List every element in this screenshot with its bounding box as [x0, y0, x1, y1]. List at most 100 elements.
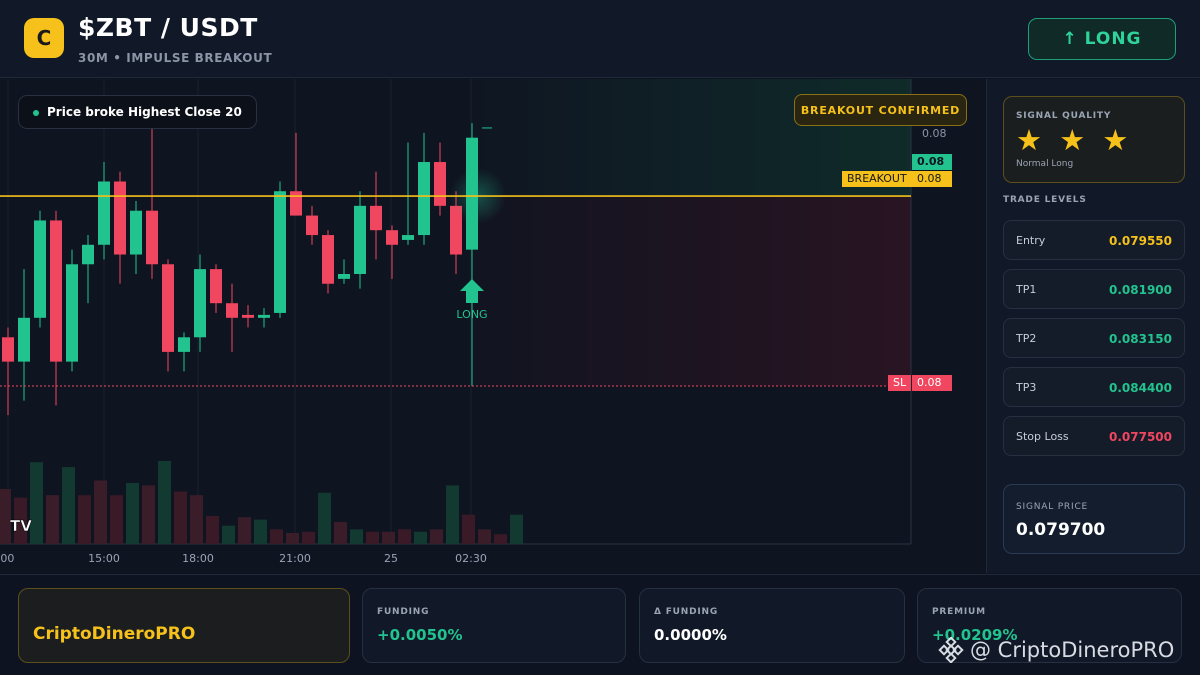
volume-bar: [46, 495, 59, 544]
candle-body: [178, 337, 190, 352]
brand-card: CriptoDineroPRO: [18, 588, 350, 663]
candle-body: [130, 210, 142, 255]
volume-bar: [414, 531, 427, 544]
volume-bar: [478, 529, 491, 544]
candle-body: [194, 269, 206, 338]
volume-bar: [462, 514, 475, 544]
candle-body: [146, 210, 158, 265]
candle-body: [306, 215, 318, 236]
time-axis-label: 2:00: [0, 552, 14, 565]
level-value: 0.079550: [1108, 234, 1172, 248]
funding-card: FUNDING +0.0050%: [362, 588, 626, 663]
candle-body: [66, 264, 78, 362]
candle-body: [82, 244, 94, 265]
volume-bar: [30, 462, 43, 544]
timeframe-subtitle: 30M • IMPULSE BREAKOUT: [78, 51, 273, 65]
level-row-tp1: TP1 0.081900: [1003, 269, 1185, 309]
volume-bar: [254, 519, 267, 544]
volume-bar: [206, 515, 219, 544]
tradingview-logo-icon: TV: [10, 517, 32, 535]
candle-body: [418, 162, 430, 236]
star-rating-icon: ★ ★ ★: [1016, 123, 1133, 157]
time-axis-label: 18:00: [182, 552, 214, 565]
volume-bar: [126, 482, 139, 544]
signal-price-value: 0.079700: [1016, 520, 1106, 540]
volume-bar: [366, 531, 379, 544]
signal-price-card: SIGNAL PRICE 0.079700: [1003, 484, 1185, 554]
time-axis-label: 02:30: [455, 552, 487, 565]
delta-funding-title: Δ FUNDING: [654, 607, 719, 617]
candle-body: [434, 162, 446, 206]
volume-bar: [222, 525, 235, 544]
delta-funding-card: Δ FUNDING 0.0000%: [639, 588, 905, 663]
axis-price-label: 0.08: [922, 127, 947, 140]
volume-bar: [302, 531, 315, 544]
candle-body: [162, 264, 174, 352]
level-value: 0.081900: [1108, 283, 1172, 297]
watermark: @ CriptoDineroPRO: [938, 637, 1174, 663]
candle-body: [98, 181, 110, 245]
header-bar: C $ZBT / USDT 30M • IMPULSE BREAKOUT ↑ L…: [0, 0, 1200, 78]
funding-title: FUNDING: [377, 607, 430, 617]
delta-funding-value: 0.0000%: [654, 626, 727, 644]
long-signal-button[interactable]: ↑ LONG: [1028, 18, 1176, 60]
candle-body: [290, 191, 302, 216]
candle-body: [242, 314, 254, 318]
funding-value: +0.0050%: [377, 626, 463, 644]
level-value: 0.077500: [1108, 430, 1172, 444]
level-label: Stop Loss: [1016, 430, 1069, 443]
level-label: TP3: [1016, 381, 1037, 394]
bottom-stats-bar: CriptoDineroPRO FUNDING +0.0050% Δ FUNDI…: [0, 574, 1200, 675]
candle-body: [210, 269, 222, 304]
volume-bar: [334, 522, 347, 544]
trade-levels-title: TRADE LEVELS: [1003, 195, 1087, 205]
level-label: Entry: [1016, 234, 1046, 247]
candle-body: [34, 220, 46, 318]
candle-body: [258, 314, 270, 318]
candlestick-chart[interactable]: LONG 2:00 15:00 18:00 21:00 25 02:30 TV: [0, 79, 985, 573]
level-label: TP1: [1016, 283, 1037, 296]
level-row-entry: Entry 0.079550: [1003, 220, 1185, 260]
volume-bar: [286, 533, 299, 544]
price-chart[interactable]: LONG 2:00 15:00 18:00 21:00 25 02:30 TV Price b…: [0, 79, 985, 573]
candle-body: [50, 220, 62, 362]
volume-bar: [318, 492, 331, 544]
level-value: 0.083150: [1108, 332, 1172, 346]
binance-logo-icon: [938, 637, 964, 663]
signal-price-title: SIGNAL PRICE: [1016, 502, 1089, 512]
candle-body: [226, 303, 238, 318]
candle-body: [402, 235, 414, 240]
time-axis-label: 21:00: [279, 552, 311, 565]
stop-loss-zone: [470, 196, 911, 386]
level-value: 0.084400: [1108, 381, 1172, 395]
volume-bar: [238, 517, 251, 544]
volume-bar: [430, 529, 443, 544]
coin-logo-icon: C: [24, 18, 64, 58]
volume-bar: [94, 480, 107, 544]
time-axis-label: 25: [384, 552, 398, 565]
candle-body: [322, 235, 334, 284]
candle-body: [338, 274, 350, 279]
candle-body: [370, 205, 382, 231]
volume-bar: [62, 467, 75, 544]
current-price-tag: 0.08: [912, 154, 952, 170]
candle-body: [2, 337, 14, 362]
volume-bar: [142, 485, 155, 544]
breakout-label: BREAKOUT: [842, 171, 912, 187]
breakout-confirmed-badge: BREAKOUT CONFIRMED: [794, 94, 967, 126]
long-arrow-label: LONG: [456, 308, 487, 321]
signal-quality-card: SIGNAL QUALITY ★ ★ ★ Normal Long: [1003, 96, 1185, 183]
status-dot-icon: [33, 110, 39, 116]
level-row-tp3: TP3 0.084400: [1003, 367, 1185, 407]
volume-bar: [174, 491, 187, 544]
volume-bar: [494, 534, 507, 544]
volume-bar: [350, 529, 363, 544]
info-pill: Price broke Highest Close 20: [18, 95, 257, 129]
volume-bar: [190, 495, 203, 544]
breakout-price-tag: 0.08: [912, 171, 952, 187]
volume-bar: [382, 531, 395, 544]
candle-body: [386, 230, 398, 245]
volume-bar: [158, 461, 171, 544]
volume-bar: [446, 485, 459, 544]
candle-body: [114, 181, 126, 255]
